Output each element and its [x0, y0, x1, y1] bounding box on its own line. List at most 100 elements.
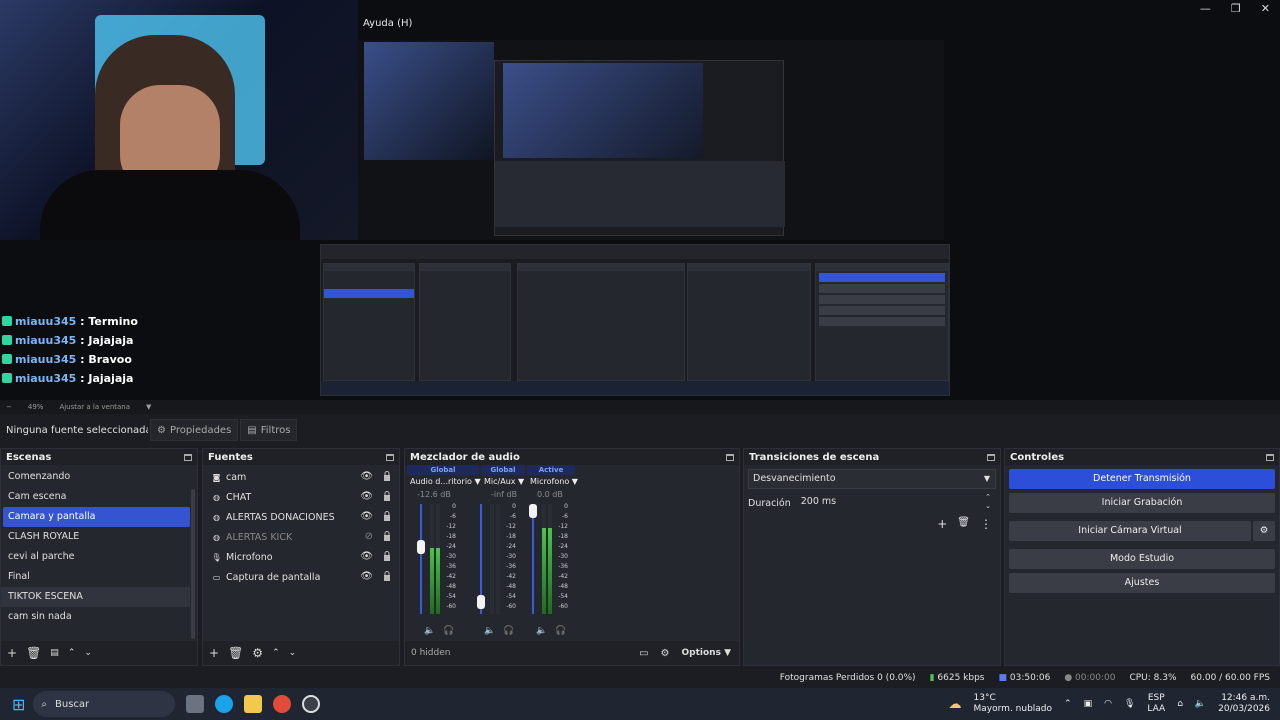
monitor-icon: ▭	[212, 572, 221, 582]
scene-item[interactable]: Cam escena	[1, 487, 197, 507]
undock-icon[interactable]	[726, 453, 734, 461]
hidden-count: 0 hidden	[411, 648, 451, 658]
undock-icon[interactable]	[1266, 453, 1274, 461]
properties-button[interactable]: ⚙ Propiedades	[150, 419, 239, 441]
start-recording-button[interactable]: Iniciar Grabación	[1009, 493, 1275, 513]
mixer-settings-icon[interactable]: ⚙	[661, 648, 670, 659]
lock-icon[interactable]	[383, 551, 391, 561]
taskbar-search[interactable]: ⌕ Buscar	[33, 691, 176, 717]
mixer-channel-name[interactable]: Audio d...ritorio ▼	[407, 475, 481, 489]
close-icon[interactable]: ✕	[1261, 2, 1270, 15]
eye-icon[interactable]: 👁	[360, 551, 373, 562]
settings-button[interactable]: Ajustes	[1009, 573, 1275, 593]
source-item[interactable]: ◙ cam 👁	[203, 467, 399, 487]
options-button[interactable]: Options ▼	[682, 648, 732, 658]
filters-button[interactable]: ▤ Filtros	[240, 419, 298, 441]
scene-item[interactable]: cevi al parche	[1, 547, 197, 567]
weather-icon[interactable]: ☁	[949, 697, 962, 712]
layout-icon[interactable]: ▭	[639, 648, 648, 659]
undock-icon[interactable]	[184, 453, 192, 461]
mixer-channel-name[interactable]: Microfono ▼	[527, 475, 578, 489]
virtual-camera-button[interactable]: Iniciar Cámara Virtual	[1009, 521, 1251, 541]
headphones-icon[interactable]: 🎧	[555, 626, 566, 636]
source-item[interactable]: 🎙 Microfono 👁	[203, 547, 399, 567]
slider-handle[interactable]	[417, 540, 425, 555]
slider-handle[interactable]	[529, 504, 537, 518]
filter-icon[interactable]: ▤	[50, 648, 59, 658]
duration-input[interactable]: 200 ms ⌃ ⌄	[796, 493, 996, 513]
help-menu[interactable]: Ayuda (H)	[363, 18, 412, 29]
lock-icon[interactable]	[383, 531, 391, 541]
lock-icon[interactable]	[383, 491, 391, 501]
fit-window-button[interactable]: Ajustar a la ventana	[59, 403, 130, 411]
level-meter	[542, 504, 546, 614]
eye-icon[interactable]: 👁	[360, 491, 373, 502]
volume-icon[interactable]: 🔈	[1195, 699, 1206, 709]
undock-icon[interactable]	[987, 453, 995, 461]
network-icon[interactable]: ⌂	[1177, 699, 1183, 709]
eye-icon[interactable]: 👁	[360, 571, 373, 582]
volume-slider[interactable]	[529, 504, 537, 614]
source-item[interactable]: ◍ ALERTAS DONACIONES 👁	[203, 507, 399, 527]
scene-item[interactable]: Final	[1, 567, 197, 587]
duration-label: Duración	[748, 497, 791, 509]
eye-icon[interactable]: 👁	[360, 471, 373, 482]
chevron-down-icon[interactable]: ▼	[146, 403, 151, 411]
speaker-icon[interactable]: 🔈	[536, 626, 547, 636]
task-view-icon[interactable]	[186, 695, 205, 713]
scenes-dock: Escenas Comenzando Cam escena Camara y p…	[0, 448, 198, 666]
scene-item[interactable]: Comenzando	[1, 467, 197, 487]
chrome-icon[interactable]	[273, 695, 292, 713]
tray-chevron-icon[interactable]: ⌃	[1064, 699, 1072, 709]
speaker-icon[interactable]: 🔈	[424, 626, 435, 636]
stop-stream-button[interactable]: Detener Transmisión	[1009, 469, 1275, 489]
scene-item[interactable]: TIKTOK ESCENA	[1, 587, 190, 607]
trash-icon[interactable]: 🗑	[957, 517, 970, 531]
slider-handle[interactable]	[477, 595, 485, 610]
add-icon[interactable]: +	[937, 517, 947, 531]
stepper-icon[interactable]: ⌃ ⌄	[985, 493, 991, 511]
tray-app-icon[interactable]: ▣	[1084, 699, 1093, 709]
eye-off-icon[interactable]: ⊘	[365, 531, 373, 542]
windows-start-icon[interactable]: ⊞	[12, 695, 25, 714]
minimize-icon[interactable]: —	[1200, 2, 1211, 15]
add-icon[interactable]: +	[7, 646, 17, 660]
mixer-channel-name[interactable]: Mic/Aux ▼	[481, 475, 525, 489]
trash-icon[interactable]: 🗑	[228, 646, 243, 660]
obs-icon[interactable]	[302, 695, 321, 713]
headphones-icon[interactable]: 🎧	[443, 626, 454, 636]
lock-icon[interactable]	[383, 571, 391, 581]
scene-item[interactable]: cam sin nada	[1, 607, 197, 627]
more-icon[interactable]: ⋮	[980, 517, 992, 531]
source-item[interactable]: ▭ Captura de pantalla 👁	[203, 567, 399, 587]
scene-item[interactable]: CLASH ROYALE	[1, 527, 197, 547]
volume-slider[interactable]	[477, 504, 485, 614]
add-icon[interactable]: +	[209, 646, 219, 660]
volume-slider[interactable]	[417, 504, 425, 614]
lock-icon[interactable]	[383, 511, 391, 521]
restore-icon[interactable]: ❐	[1231, 2, 1241, 15]
move-down-icon[interactable]: ⌄	[289, 648, 297, 658]
move-down-icon[interactable]: ⌄	[84, 648, 92, 658]
speaker-icon[interactable]: 🔈	[484, 626, 495, 636]
studio-mode-button[interactable]: Modo Estudio	[1009, 549, 1275, 569]
scrollbar[interactable]	[191, 489, 195, 639]
source-item[interactable]: ◍ CHAT 👁	[203, 487, 399, 507]
move-up-icon[interactable]: ⌃	[272, 648, 280, 658]
source-item-hidden[interactable]: ◍ ALERTAS KICK ⊘	[203, 527, 399, 547]
lock-icon[interactable]	[383, 471, 391, 481]
move-up-icon[interactable]: ⌃	[68, 648, 76, 658]
gear-icon[interactable]: ⚙	[252, 646, 263, 660]
transition-select[interactable]: Desvanecimiento ▼	[748, 469, 996, 489]
headphones-icon[interactable]: 🎧	[503, 626, 514, 636]
wifi-icon[interactable]: ◠	[1104, 699, 1112, 709]
microphone-icon[interactable]: 🎙	[1124, 699, 1135, 709]
undock-icon[interactable]	[386, 453, 394, 461]
virtual-camera-settings-icon[interactable]: ⚙	[1253, 521, 1275, 541]
zoom-out-button[interactable]: −	[6, 403, 12, 411]
file-explorer-icon[interactable]	[244, 695, 263, 713]
edge-icon[interactable]	[215, 695, 234, 713]
scene-item-selected[interactable]: Camara y pantalla	[3, 507, 190, 527]
eye-icon[interactable]: 👁	[360, 511, 373, 522]
trash-icon[interactable]: 🗑	[26, 646, 41, 660]
